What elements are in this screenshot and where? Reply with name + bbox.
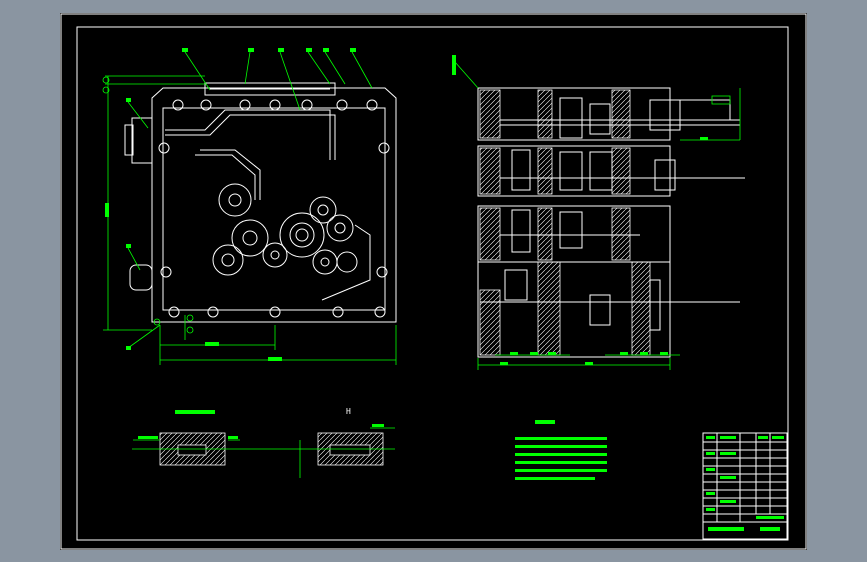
cad-drawing: H <box>60 13 807 550</box>
front-view <box>102 48 397 365</box>
front-dimensions <box>103 51 397 365</box>
gear-train <box>212 183 358 276</box>
housing-outline <box>151 87 397 323</box>
title-block <box>702 432 788 540</box>
section-detail-view: H <box>132 407 395 478</box>
sheet-frame <box>60 13 807 550</box>
handle-knob <box>129 264 153 291</box>
drawing-sheet: H <box>60 13 807 550</box>
technical-notes <box>515 420 607 480</box>
detail-title-left <box>175 410 215 414</box>
motor-left <box>131 117 153 164</box>
side-section-view <box>452 55 745 370</box>
dimension-circles <box>102 76 194 334</box>
housing-inner <box>162 107 386 311</box>
section-mark: H <box>346 407 351 416</box>
housing-bolts <box>158 99 390 318</box>
